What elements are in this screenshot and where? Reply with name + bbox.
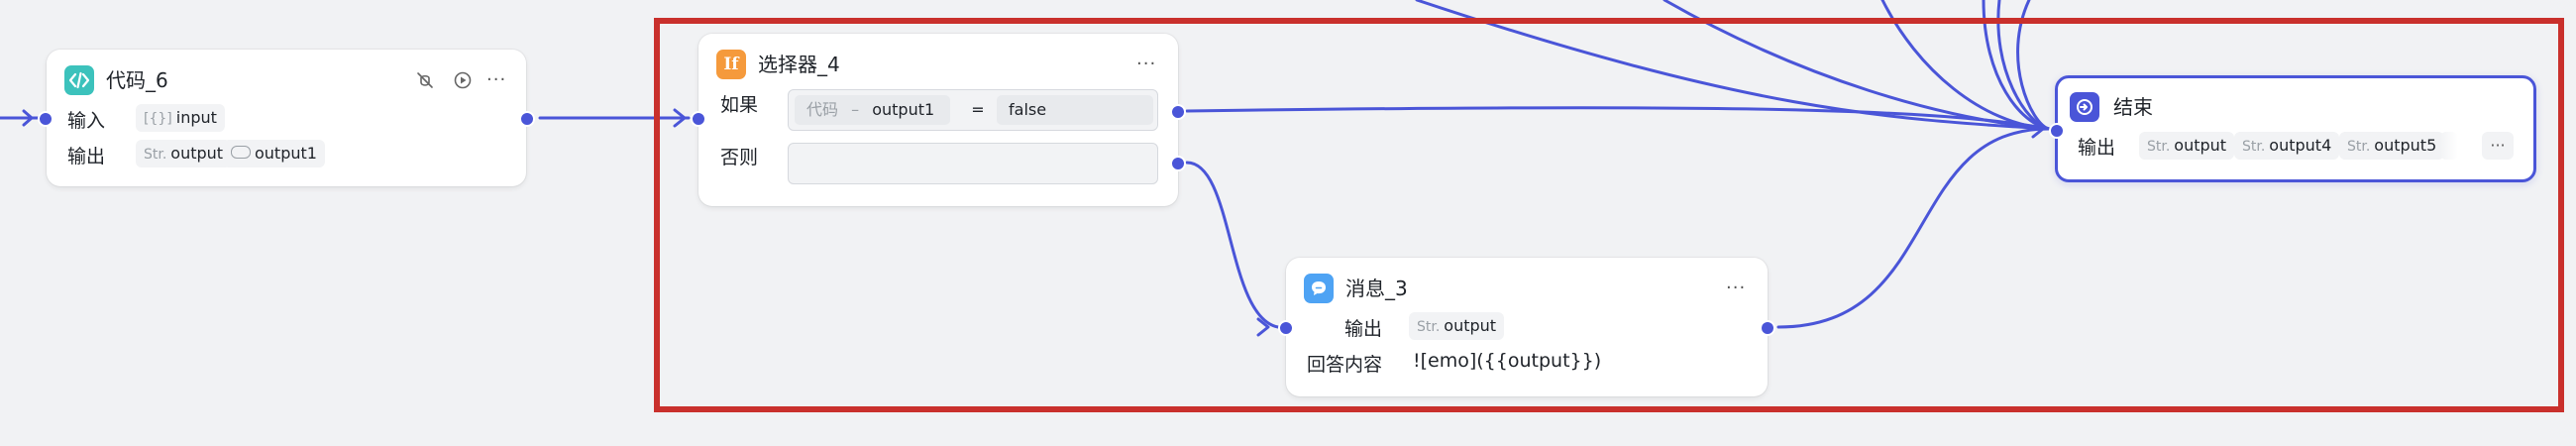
output-label: 输出: [2078, 137, 2116, 159]
more-options-icon[interactable]: ···: [486, 65, 506, 95]
node-title: 消息_3: [1345, 277, 1408, 300]
code-node[interactable]: 代码_6 ··· 输入 [{}] input 输出 Str. output outp…: [47, 50, 526, 186]
answer-content-label: 回答内容: [1307, 354, 1383, 376]
overflow-tag-fade: [2440, 132, 2458, 160]
condition-row[interactable]: 代码 – output1 = false: [788, 89, 1158, 131]
output-variable-tag-boolean: output1: [223, 140, 325, 167]
answer-content-value[interactable]: ![emo]({{output}}): [1413, 350, 1601, 372]
condition-operator[interactable]: =: [961, 95, 995, 125]
input-variable-tag: [{}] input: [136, 104, 225, 132]
message-output-port[interactable]: [1760, 320, 1775, 336]
output-variable-tag: Str. output5: [2339, 132, 2445, 160]
selector-node[interactable]: If 选择器_4 ··· 如果 代码 – output1 = false 否则: [698, 34, 1178, 206]
end-input-port[interactable]: [2049, 123, 2065, 139]
selector-else-output-port[interactable]: [1170, 156, 1186, 171]
end-icon: [2070, 92, 2099, 122]
node-title: 选择器_4: [758, 53, 840, 76]
message-input-port[interactable]: [1278, 320, 1294, 336]
output-label: 输出: [67, 146, 106, 167]
selector-if-output-port[interactable]: [1170, 104, 1186, 120]
more-options-icon[interactable]: ···: [1136, 50, 1156, 79]
node-title: 代码_6: [106, 68, 168, 92]
bug-off-icon[interactable]: [415, 70, 435, 90]
output-variable-tag: Str. output: [1409, 312, 1505, 340]
message-node[interactable]: 消息_3 ··· 输出 Str. output 回答内容 ![emo]({{out…: [1286, 258, 1768, 396]
output-variable-tag: Str. output4: [2234, 132, 2340, 160]
else-branch-slot[interactable]: [788, 143, 1158, 184]
if-label: 如果: [720, 94, 759, 116]
chat-bubble-icon: [1304, 274, 1334, 303]
toggle-icon: [231, 146, 251, 159]
selector-input-port[interactable]: [691, 111, 706, 127]
code-output-port[interactable]: [519, 111, 535, 127]
if-icon: If: [716, 50, 746, 79]
more-tags-button[interactable]: ···: [2482, 132, 2514, 160]
code-input-port[interactable]: [38, 111, 54, 127]
node-title: 结束: [2113, 95, 2153, 119]
output-variable-tag: Str. output: [2139, 132, 2235, 160]
run-icon[interactable]: [453, 70, 473, 90]
end-node[interactable]: 结束 输出 Str. output Str. output4 Str. output5…: [2055, 75, 2536, 182]
output-variable-tag: Str. output: [136, 140, 232, 167]
condition-left-operand[interactable]: 代码 – output1: [795, 95, 950, 125]
input-label: 输入: [67, 110, 106, 132]
more-options-icon[interactable]: ···: [1726, 274, 1746, 303]
condition-right-value[interactable]: false: [997, 95, 1153, 125]
else-label: 否则: [720, 147, 759, 168]
workflow-canvas[interactable]: 代码_6 ··· 输入 [{}] input 输出 Str. output outp…: [0, 0, 2576, 446]
output-label: 输出: [1344, 318, 1383, 340]
code-icon: [64, 65, 94, 95]
